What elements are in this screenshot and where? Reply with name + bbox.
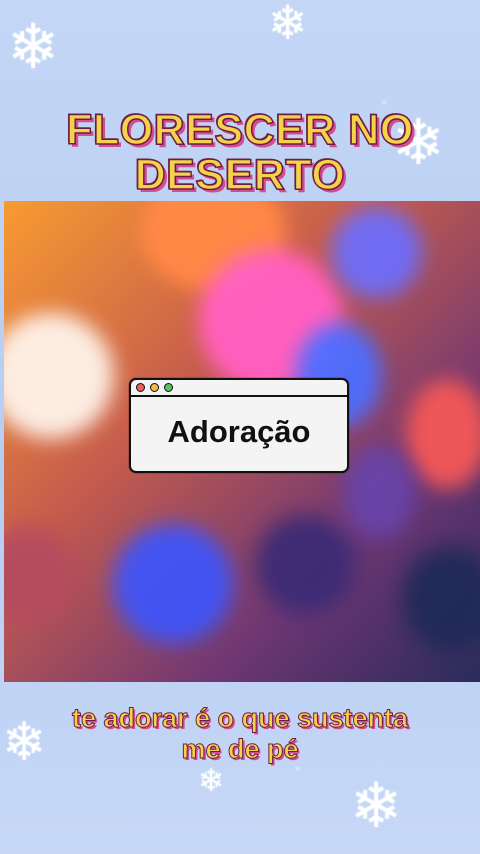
bokeh-light [402,546,480,652]
snowflake-icon: ❄ [350,769,402,842]
title-line-1: FLORESCER NO [65,106,414,154]
caption-line-2: me de pé [181,733,299,764]
lyrics-caption: te adorar é o que sustenta me de pé [0,703,480,764]
window-label: Adoração [167,414,311,449]
title-line-2: DESERTO [134,150,346,199]
bokeh-light [343,446,415,538]
window-title-bar [131,380,347,397]
bokeh-light [406,379,480,489]
bokeh-light [113,524,233,644]
minimize-dot-icon[interactable] [150,383,159,392]
maximize-dot-icon[interactable] [164,383,173,392]
snowflake-icon: ❄ [7,10,59,83]
bokeh-light [256,515,355,614]
snowflake-icon: ❄ [198,763,224,799]
caption-line-1: te adorar é o que sustenta [71,703,409,734]
adoracao-window: Adoração [129,378,349,473]
snowflake-icon: ❄ [268,0,308,51]
bokeh-light [4,313,114,439]
close-dot-icon[interactable] [136,383,145,392]
bokeh-light [331,207,422,298]
bokeh-light [4,527,74,625]
page-title: FLORESCER NO DESERTO [0,106,480,199]
